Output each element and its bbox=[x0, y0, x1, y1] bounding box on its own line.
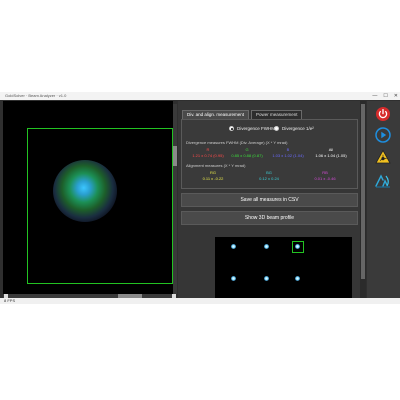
maximize-button[interactable]: ☐ bbox=[383, 92, 387, 100]
alignment-value-bg: 0.12 x 0.24 bbox=[259, 176, 279, 181]
radio-label: Divergence 1/e² bbox=[282, 126, 314, 131]
radio-button-selected[interactable] bbox=[229, 126, 234, 131]
alignment-section-title: Alignment measures (X * Y mrad) bbox=[186, 163, 246, 168]
power-icon bbox=[376, 107, 390, 121]
divergence-value-all: 1.06 x 1.04 (1.05) bbox=[315, 153, 347, 158]
logo-icon bbox=[375, 174, 390, 188]
spot-grid-preview[interactable] bbox=[215, 237, 352, 298]
play-button[interactable] bbox=[375, 127, 391, 143]
save-csv-button[interactable]: Save all measures in CSV bbox=[181, 193, 358, 207]
app-logo bbox=[375, 173, 391, 189]
beam-spot bbox=[53, 160, 117, 222]
power-button[interactable] bbox=[375, 106, 391, 122]
window-title: GoldSolver · Beam Analyzer · v1.0 bbox=[5, 93, 67, 98]
radio-fwhm[interactable]: Divergence FWHM bbox=[229, 126, 275, 131]
scroll-thumb[interactable] bbox=[361, 104, 365, 279]
radio-button[interactable] bbox=[274, 126, 279, 131]
alignment-head-rb: RB bbox=[322, 170, 328, 175]
beam-spot-thumb bbox=[264, 244, 269, 249]
divergence-head-all: All bbox=[328, 147, 334, 152]
alignment-head-rg: RG bbox=[210, 170, 216, 175]
window-title-bar: GoldSolver · Beam Analyzer · v1.0 — ☐ ✕ bbox=[0, 92, 400, 100]
radio-label: Divergence FWHM bbox=[237, 126, 276, 131]
beam-spot-thumb bbox=[295, 276, 300, 281]
panel-scrollbar[interactable] bbox=[360, 101, 366, 298]
beam-spot-thumb bbox=[231, 276, 236, 281]
divergence-section-title: Divergence measures FWHM (Div. Average) … bbox=[186, 140, 288, 145]
alignment-head-bg: BG bbox=[266, 170, 272, 175]
laser-warning-button[interactable] bbox=[375, 149, 391, 165]
play-icon bbox=[375, 127, 391, 143]
minimize-button[interactable]: — bbox=[372, 92, 377, 100]
divergence-value-b: 1.03 x 1.02 (1.04) bbox=[272, 153, 304, 158]
beam-spot-thumb bbox=[264, 276, 269, 281]
laser-warning-icon bbox=[375, 149, 391, 164]
scroll-thumb[interactable] bbox=[173, 146, 177, 166]
radio-1e2[interactable]: Divergence 1/e² bbox=[274, 126, 314, 131]
alignment-value-rb: 0.01 x -0.46 bbox=[314, 176, 336, 181]
fps-readout: 8 FPS bbox=[4, 298, 16, 303]
tab-div-align[interactable]: Div. and align. measurement bbox=[182, 110, 249, 119]
right-toolbar bbox=[367, 101, 400, 298]
camera-vertical-scrollbar[interactable] bbox=[173, 104, 177, 294]
close-window-button[interactable]: ✕ bbox=[394, 92, 398, 100]
tab-bar: Div. and align. measurement Power measur… bbox=[182, 110, 303, 119]
divergence-head-g: G bbox=[245, 147, 249, 152]
tab-power[interactable]: Power measurement bbox=[250, 110, 303, 119]
status-bar: 8 FPS bbox=[0, 298, 400, 304]
divergence-head-b: B bbox=[286, 147, 290, 152]
beam-spot-thumb bbox=[231, 244, 236, 249]
divergence-value-g: 0.85 x 0.88 (0.87) bbox=[231, 153, 263, 158]
show-3d-profile-button[interactable]: Show 3D beam profile bbox=[181, 211, 358, 225]
selected-spot-box[interactable] bbox=[292, 241, 304, 253]
alignment-value-rg: 0.11 x -0.22 bbox=[202, 176, 224, 181]
